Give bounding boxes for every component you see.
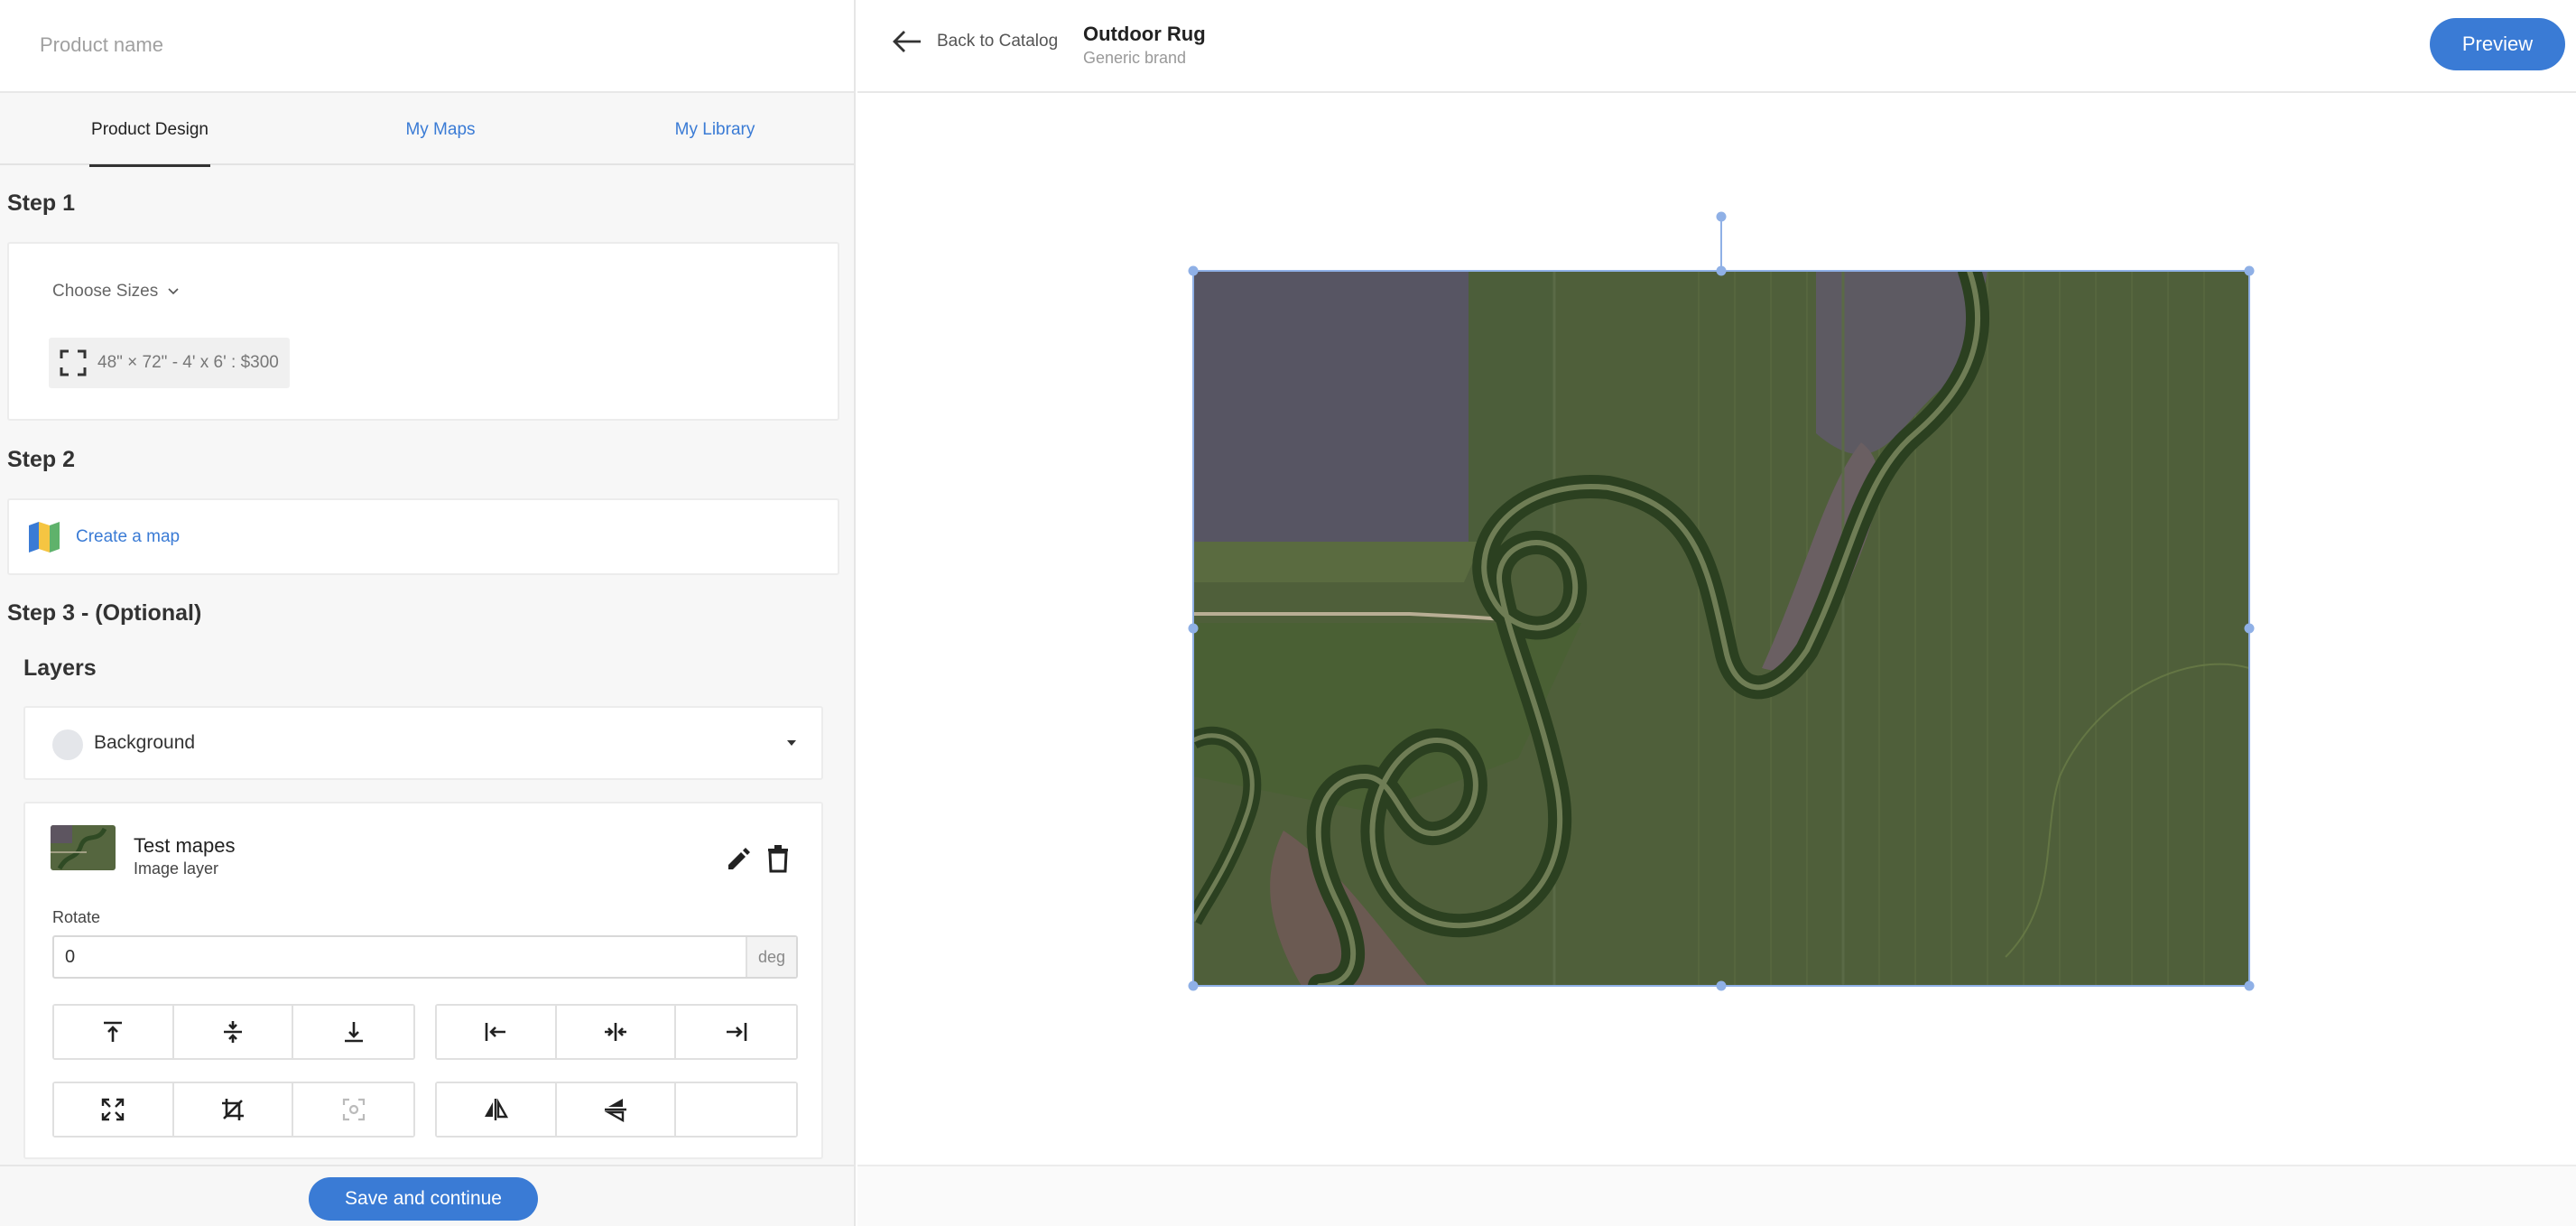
align-bottom-icon (344, 1022, 363, 1043)
align-vertical-center-button[interactable] (173, 1006, 294, 1058)
align-horizontal-center-button[interactable] (556, 1006, 677, 1058)
layer-type: Image layer (134, 859, 219, 878)
flip-horizontal-icon (485, 1098, 509, 1120)
align-right-button[interactable] (676, 1006, 796, 1058)
preview-button[interactable]: Preview (2430, 18, 2565, 70)
back-to-catalog-link[interactable]: Back to Catalog (892, 29, 1058, 54)
rotate-field: deg (52, 935, 798, 979)
size-option-label: 48" × 72" - 4' x 6' : $300 (97, 353, 279, 372)
fit-expand-button[interactable] (54, 1083, 174, 1136)
horizontal-align-group (435, 1004, 798, 1060)
save-and-continue-button[interactable]: Save and continue (309, 1177, 538, 1221)
layers-title: Layers (23, 655, 97, 681)
pencil-icon[interactable] (724, 845, 753, 874)
chevron-down-icon (168, 288, 179, 295)
tab-my-library[interactable]: My Library (664, 95, 765, 165)
layer-thumbnail (51, 825, 116, 870)
background-layer-row[interactable]: Background (23, 706, 823, 780)
caret-down-icon[interactable] (787, 740, 796, 746)
back-label: Back to Catalog (937, 32, 1059, 51)
layer-name: Test mapes (134, 834, 236, 857)
folded-map-icon (29, 522, 60, 553)
background-color-swatch[interactable] (52, 729, 83, 760)
tab-bar: Product Design My Maps My Library (0, 95, 854, 167)
step1-title: Step 1 (7, 190, 76, 216)
product-name-input[interactable] (40, 27, 816, 63)
size-frame-icon (60, 349, 87, 376)
image-layer-card: Test mapes Image layer Rotate deg (23, 802, 823, 1159)
vertical-align-group (52, 1004, 415, 1060)
create-map-link[interactable]: Create a map (27, 520, 180, 554)
background-label: Background (94, 732, 196, 753)
crop-button[interactable] (173, 1083, 294, 1136)
size-option-chip[interactable]: 48" × 72" - 4' x 6' : $300 (49, 338, 290, 388)
left-panel: Product Design My Maps My Library Step 1… (0, 0, 856, 1226)
tab-product-design[interactable]: Product Design (89, 95, 210, 167)
top-header: Back to Catalog Outdoor Rug Generic bran… (857, 0, 2576, 93)
align-left-button[interactable] (437, 1006, 557, 1058)
app: Product Design My Maps My Library Step 1… (0, 0, 2576, 1226)
fit-expand-icon (102, 1098, 125, 1121)
align-top-button[interactable] (54, 1006, 174, 1058)
map-image-layer[interactable] (1193, 271, 2249, 986)
focus-icon (342, 1098, 365, 1121)
flip-vertical-button[interactable] (556, 1083, 677, 1136)
choose-sizes-label: Choose Sizes (52, 282, 159, 301)
align-top-icon (104, 1021, 123, 1042)
right-footer (857, 1165, 2576, 1226)
flip-group (435, 1082, 798, 1138)
flip-horizontal-button[interactable] (437, 1083, 557, 1136)
rotate-label: Rotate (52, 908, 101, 926)
create-map-card: Create a map (7, 498, 839, 575)
create-map-label: Create a map (76, 527, 181, 546)
flip-vertical-icon (604, 1099, 626, 1122)
product-title: Outdoor Rug (1083, 23, 1206, 45)
empty-tool-slot (676, 1083, 796, 1136)
left-footer: Save and continue (0, 1165, 854, 1226)
tab-my-maps[interactable]: My Maps (390, 95, 491, 165)
align-bottom-button[interactable] (293, 1006, 413, 1058)
crop-icon (222, 1099, 244, 1120)
trash-icon[interactable] (764, 843, 792, 874)
product-brand: Generic brand (1083, 49, 1187, 67)
fit-group (52, 1082, 415, 1138)
choose-sizes-dropdown[interactable]: Choose Sizes (52, 282, 180, 302)
arrow-left-icon (893, 31, 921, 52)
product-name-bar (0, 0, 854, 93)
rotate-unit: deg (746, 937, 796, 977)
align-right-icon (726, 1023, 746, 1041)
align-left-icon (486, 1023, 506, 1041)
rotate-input[interactable] (54, 937, 746, 977)
step3-title: Step 3 - (Optional) (7, 600, 202, 626)
align-horizontal-center-icon (605, 1023, 626, 1041)
focus-button[interactable] (293, 1083, 413, 1136)
align-vertical-center-icon (224, 1021, 242, 1043)
size-card: Choose Sizes 48" × 72" - 4' x 6' : $300 (7, 242, 839, 421)
step2-title: Step 2 (7, 447, 76, 472)
